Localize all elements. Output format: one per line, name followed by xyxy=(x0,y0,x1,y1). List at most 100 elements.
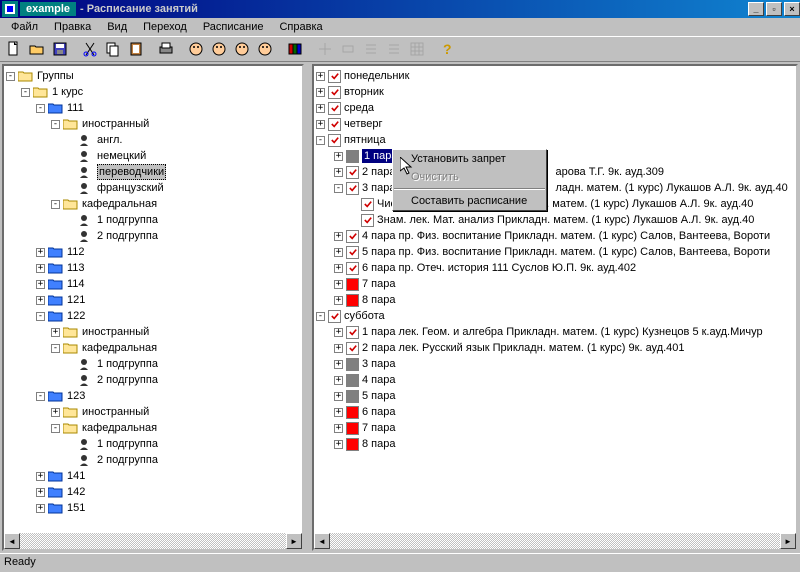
sat-p8[interactable]: 8 пара xyxy=(362,437,395,451)
face2-icon[interactable] xyxy=(208,38,230,60)
lang-en[interactable]: англ. xyxy=(97,133,122,147)
checkbox-icon[interactable] xyxy=(346,342,359,355)
expander[interactable]: + xyxy=(36,296,45,305)
fri-p2[interactable]: 2 пара xyxy=(362,165,395,179)
group-113[interactable]: 113 xyxy=(67,261,85,275)
checkbox-icon[interactable] xyxy=(346,230,359,243)
expander[interactable]: + xyxy=(36,248,45,257)
checkbox-icon[interactable] xyxy=(361,198,374,211)
grid-icon[interactable] xyxy=(406,38,428,60)
group-122[interactable]: 122 xyxy=(67,309,85,323)
sat-p6[interactable]: 6 пара xyxy=(362,405,395,419)
new-icon[interactable] xyxy=(3,38,25,60)
checkbox-blocked-icon[interactable] xyxy=(346,358,359,371)
checkbox-blocked-icon[interactable] xyxy=(346,374,359,387)
face4-icon[interactable] xyxy=(254,38,276,60)
expander[interactable]: + xyxy=(36,280,45,289)
scrollbar-h[interactable]: ◄► xyxy=(4,533,302,549)
splitter[interactable] xyxy=(306,62,310,553)
fri-p7[interactable]: 7 пара xyxy=(362,277,395,291)
checkbox-red-icon[interactable] xyxy=(346,294,359,307)
groups-tree[interactable]: -Группы -1 курс -111 -иностранный англ. … xyxy=(4,66,302,534)
day-mon[interactable]: понедельник xyxy=(344,69,409,83)
checkbox-blocked-icon[interactable] xyxy=(346,150,359,163)
scrollbar-h[interactable]: ◄► xyxy=(314,533,796,549)
expander[interactable]: + xyxy=(36,264,45,273)
tool1-icon[interactable] xyxy=(314,38,336,60)
sub1[interactable]: 1 подгруппа xyxy=(97,213,158,227)
checkbox-red-icon[interactable] xyxy=(346,278,359,291)
group-114[interactable]: 114 xyxy=(67,277,85,291)
expander[interactable]: - xyxy=(51,200,60,209)
expander[interactable]: + xyxy=(36,488,45,497)
expander[interactable]: - xyxy=(6,72,15,81)
group-122-inostr[interactable]: иностранный xyxy=(82,325,149,339)
menu-goto[interactable]: Переход xyxy=(136,20,194,34)
open-icon[interactable] xyxy=(26,38,48,60)
fri-p5[interactable]: 5 пара пр. Физ. воспитание Прикладн. мат… xyxy=(362,245,770,259)
expander[interactable]: + xyxy=(51,408,60,417)
cut-icon[interactable] xyxy=(79,38,101,60)
sub2[interactable]: 2 подгруппа xyxy=(97,229,158,243)
ctx-make-schedule[interactable]: Составить расписание xyxy=(393,192,546,210)
expander[interactable]: - xyxy=(51,344,60,353)
lang-de[interactable]: немецкий xyxy=(97,149,146,163)
checkbox-icon[interactable] xyxy=(328,310,341,323)
sat-p5[interactable]: 5 пара xyxy=(362,389,395,403)
minimize-button[interactable]: _ xyxy=(748,2,764,16)
close-button[interactable]: × xyxy=(784,2,800,16)
sat-p7[interactable]: 7 пара xyxy=(362,421,395,435)
expander[interactable]: + xyxy=(36,472,45,481)
sub1[interactable]: 1 подгруппа xyxy=(97,357,158,371)
tool3-icon[interactable] xyxy=(360,38,382,60)
expander[interactable]: + xyxy=(51,328,60,337)
menu-help[interactable]: Справка xyxy=(272,20,329,34)
expander[interactable]: - xyxy=(36,104,45,113)
group-111-kaf[interactable]: кафедральная xyxy=(82,197,157,211)
sat-p3[interactable]: 3 пара xyxy=(362,357,395,371)
fri-p4[interactable]: 4 пара пр. Физ. воспитание Прикладн. мат… xyxy=(362,229,770,243)
group-142[interactable]: 142 xyxy=(67,485,85,499)
expander[interactable]: - xyxy=(36,312,45,321)
tool2-icon[interactable] xyxy=(337,38,359,60)
maximize-button[interactable]: ▫ xyxy=(766,2,782,16)
face3-icon[interactable] xyxy=(231,38,253,60)
menu-view[interactable]: Вид xyxy=(100,20,134,34)
checkbox-icon[interactable] xyxy=(328,86,341,99)
day-wed[interactable]: среда xyxy=(344,101,374,115)
sub1[interactable]: 1 подгруппа xyxy=(97,437,158,451)
group-123[interactable]: 123 xyxy=(67,389,85,403)
checkbox-red-icon[interactable] xyxy=(346,406,359,419)
sat-p2[interactable]: 2 пара лек. Русский язык Прикладн. матем… xyxy=(362,341,685,355)
group-111-inostr[interactable]: иностранный xyxy=(82,117,149,131)
group-141[interactable]: 141 xyxy=(67,469,85,483)
day-sat[interactable]: суббота xyxy=(344,309,385,323)
print-icon[interactable] xyxy=(155,38,177,60)
expander[interactable]: - xyxy=(36,392,45,401)
menu-edit[interactable]: Правка xyxy=(47,20,98,34)
expander[interactable]: - xyxy=(51,424,60,433)
checkbox-red-icon[interactable] xyxy=(346,422,359,435)
checkbox-icon[interactable] xyxy=(346,166,359,179)
help-icon[interactable]: ? xyxy=(436,38,458,60)
checkbox-blocked-icon[interactable] xyxy=(346,390,359,403)
fri-p3b[interactable]: Знам. лек. Мат. анализ Прикладн. матем. … xyxy=(377,213,754,227)
group-123-kaf[interactable]: кафедральная xyxy=(82,421,157,435)
tree-root[interactable]: Группы xyxy=(37,69,74,83)
checkbox-icon[interactable] xyxy=(328,102,341,115)
sub2[interactable]: 2 подгруппа xyxy=(97,373,158,387)
tool4-icon[interactable] xyxy=(383,38,405,60)
group-123-inostr[interactable]: иностранный xyxy=(82,405,149,419)
sat-p1[interactable]: 1 пара лек. Геом. и алгебра Прикладн. ма… xyxy=(362,325,763,339)
group-111[interactable]: 111 xyxy=(67,101,84,115)
paste-icon[interactable] xyxy=(125,38,147,60)
day-fri[interactable]: пятница xyxy=(344,133,386,147)
copy-icon[interactable] xyxy=(102,38,124,60)
save-icon[interactable] xyxy=(49,38,71,60)
checkbox-red-icon[interactable] xyxy=(346,438,359,451)
checkbox-icon[interactable] xyxy=(346,182,359,195)
expander[interactable]: - xyxy=(51,120,60,129)
group-121[interactable]: 121 xyxy=(67,293,85,307)
expander[interactable]: + xyxy=(36,504,45,513)
menu-file[interactable]: Файл xyxy=(4,20,45,34)
